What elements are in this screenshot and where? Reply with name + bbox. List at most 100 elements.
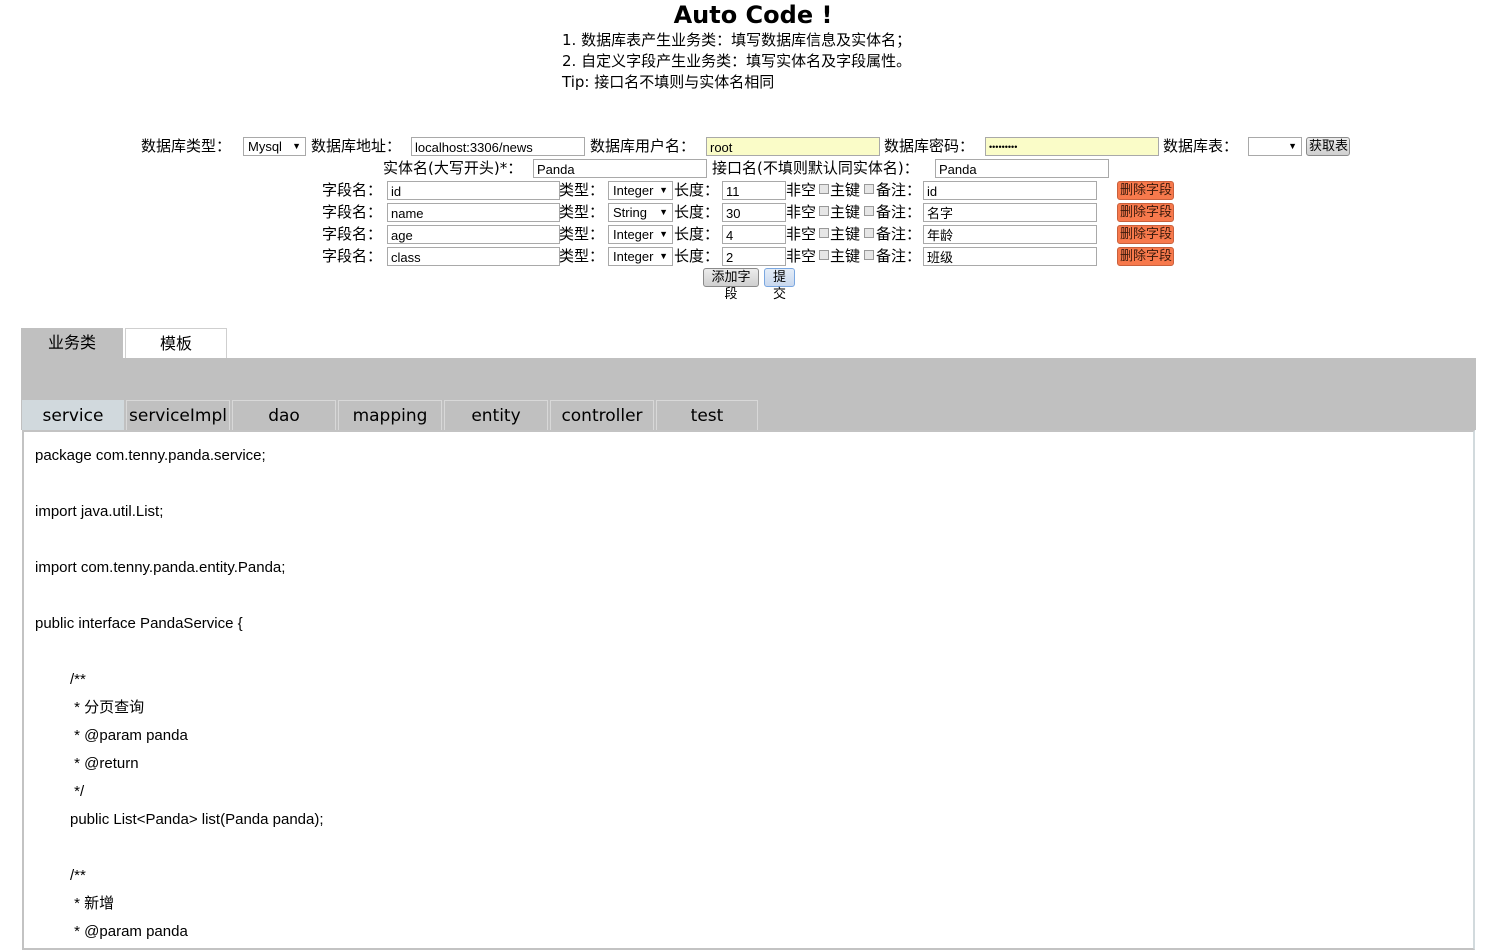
field-remark-label: 备注：: [876, 225, 922, 243]
instruction-tip: Tip: 接口名不填则与实体名相同: [562, 73, 775, 91]
primary-key-checkbox[interactable]: [864, 250, 874, 260]
field-name-input[interactable]: age: [387, 225, 560, 244]
field-name-input[interactable]: class: [387, 247, 560, 266]
instruction-1: 1. 数据库表产生业务类：填写数据库信息及实体名；: [562, 31, 912, 49]
code-line: * 分页查询: [70, 699, 145, 716]
field-type-value: Integer: [613, 227, 654, 242]
code-line: public List<Panda> list(Panda panda);: [70, 811, 324, 828]
field-type-value: String: [613, 205, 647, 220]
fetch-tables-button[interactable]: 获取表: [1306, 137, 1350, 156]
notnull-checkbox[interactable]: [819, 228, 829, 238]
field-remark-input[interactable]: 名字: [923, 203, 1097, 222]
tab-business-class[interactable]: 业务类: [21, 328, 123, 358]
primary-key-checkbox[interactable]: [864, 206, 874, 216]
chevron-down-icon: ▼: [659, 185, 668, 195]
field-length-input[interactable]: 30: [722, 203, 786, 222]
field-primary-label: 主键: [830, 225, 861, 243]
field-type-value: Integer: [613, 183, 654, 198]
notnull-checkbox[interactable]: [819, 206, 829, 216]
interface-name-input[interactable]: Panda: [935, 159, 1109, 178]
instruction-2: 2. 自定义字段产生业务类：填写实体名及字段属性。: [562, 52, 912, 70]
field-length-input[interactable]: 4: [722, 225, 786, 244]
field-type-label: 类型：: [559, 203, 605, 221]
submit-button[interactable]: 提交: [764, 268, 795, 302]
sub-tab-test[interactable]: test: [656, 400, 758, 430]
field-row: 字段名： name 类型： String ▼ 长度： 30 非空 主键 备注： 名…: [0, 201, 1506, 223]
db-config-row: 数据库类型： Mysql ▼ 数据库地址： localhost:3306/news…: [0, 135, 1506, 157]
field-notnull-label: 非空: [786, 203, 817, 221]
db-password-label: 数据库密码：: [884, 137, 975, 155]
code-line: /**: [70, 867, 86, 884]
delete-field-button[interactable]: 删除字段: [1117, 247, 1174, 266]
delete-field-button[interactable]: 删除字段: [1117, 181, 1174, 200]
entity-name-input[interactable]: Panda: [533, 159, 707, 178]
field-row: 字段名： age 类型： Integer ▼ 长度： 4 非空 主键 备注： 年龄…: [0, 223, 1506, 245]
db-type-select[interactable]: Mysql ▼: [243, 137, 306, 156]
field-type-label: 类型：: [559, 247, 605, 265]
chevron-down-icon: ▼: [292, 141, 301, 151]
field-name-label: 字段名：: [322, 225, 383, 243]
field-remark-input[interactable]: id: [923, 181, 1097, 200]
field-notnull-label: 非空: [786, 181, 817, 199]
page-title: Auto Code !: [673, 1, 833, 29]
add-field-button[interactable]: 添加字段: [703, 268, 759, 302]
field-notnull-label: 非空: [786, 225, 817, 243]
field-length-input[interactable]: 2: [722, 247, 786, 266]
field-remark-label: 备注：: [876, 181, 922, 199]
field-type-label: 类型：: [559, 181, 605, 199]
notnull-checkbox[interactable]: [819, 184, 829, 194]
entity-row: 实体名(大写开头)*： Panda 接口名(不填则默认同实体名)： Panda: [0, 157, 1506, 179]
primary-key-checkbox[interactable]: [864, 184, 874, 194]
chevron-down-icon: ▼: [659, 207, 668, 217]
code-line: import java.util.List;: [35, 503, 164, 520]
code-line: */: [70, 783, 85, 800]
notnull-checkbox[interactable]: [819, 250, 829, 260]
code-output[interactable]: package com.tenny.panda.service; import j…: [22, 430, 1475, 950]
field-type-select[interactable]: Integer ▼: [608, 225, 673, 244]
field-length-label: 长度：: [674, 225, 720, 243]
code-line: package com.tenny.panda.service;: [35, 447, 266, 464]
chevron-down-icon: ▼: [1288, 141, 1297, 151]
sub-tab-entity[interactable]: entity: [444, 400, 548, 430]
field-notnull-label: 非空: [786, 247, 817, 265]
field-type-value: Integer: [613, 249, 654, 264]
field-name-input[interactable]: id: [387, 181, 560, 200]
db-type-value: Mysql: [248, 139, 282, 154]
db-table-select[interactable]: ▼: [1248, 137, 1302, 156]
code-line: * @param panda: [70, 923, 188, 940]
db-user-label: 数据库用户名：: [590, 137, 696, 155]
field-type-select[interactable]: String ▼: [608, 203, 673, 222]
tab-template[interactable]: 模板: [125, 328, 227, 358]
entity-name-label: 实体名(大写开头)*：: [383, 159, 523, 177]
code-line: * @return: [70, 755, 139, 772]
field-remark-input[interactable]: 年龄: [923, 225, 1097, 244]
sub-tab-serviceimpl[interactable]: serviceImpl: [126, 400, 230, 430]
field-primary-label: 主键: [830, 247, 861, 265]
field-name-input[interactable]: name: [387, 203, 560, 222]
db-password-input[interactable]: •••••••••: [985, 137, 1159, 156]
db-address-input[interactable]: localhost:3306/news: [411, 137, 585, 156]
chevron-down-icon: ▼: [659, 229, 668, 239]
db-user-input[interactable]: root: [706, 137, 880, 156]
db-type-label: 数据库类型：: [141, 137, 232, 155]
field-length-label: 长度：: [674, 203, 720, 221]
sub-tab-controller[interactable]: controller: [550, 400, 654, 430]
interface-name-label: 接口名(不填则默认同实体名)：: [712, 159, 919, 177]
delete-field-button[interactable]: 删除字段: [1117, 203, 1174, 222]
field-type-select[interactable]: Integer ▼: [608, 247, 673, 266]
field-name-label: 字段名：: [322, 181, 383, 199]
delete-field-button[interactable]: 删除字段: [1117, 225, 1174, 244]
field-name-label: 字段名：: [322, 203, 383, 221]
field-length-input[interactable]: 11: [722, 181, 786, 200]
sub-tab-service[interactable]: service: [22, 400, 124, 430]
field-length-label: 长度：: [674, 181, 720, 199]
field-primary-label: 主键: [830, 203, 861, 221]
sub-tab-dao[interactable]: dao: [232, 400, 336, 430]
sub-tab-mapping[interactable]: mapping: [338, 400, 442, 430]
primary-key-checkbox[interactable]: [864, 228, 874, 238]
field-type-select[interactable]: Integer ▼: [608, 181, 673, 200]
field-remark-label: 备注：: [876, 203, 922, 221]
code-line: import com.tenny.panda.entity.Panda;: [35, 559, 286, 576]
field-remark-input[interactable]: 班级: [923, 247, 1097, 266]
field-type-label: 类型：: [559, 225, 605, 243]
